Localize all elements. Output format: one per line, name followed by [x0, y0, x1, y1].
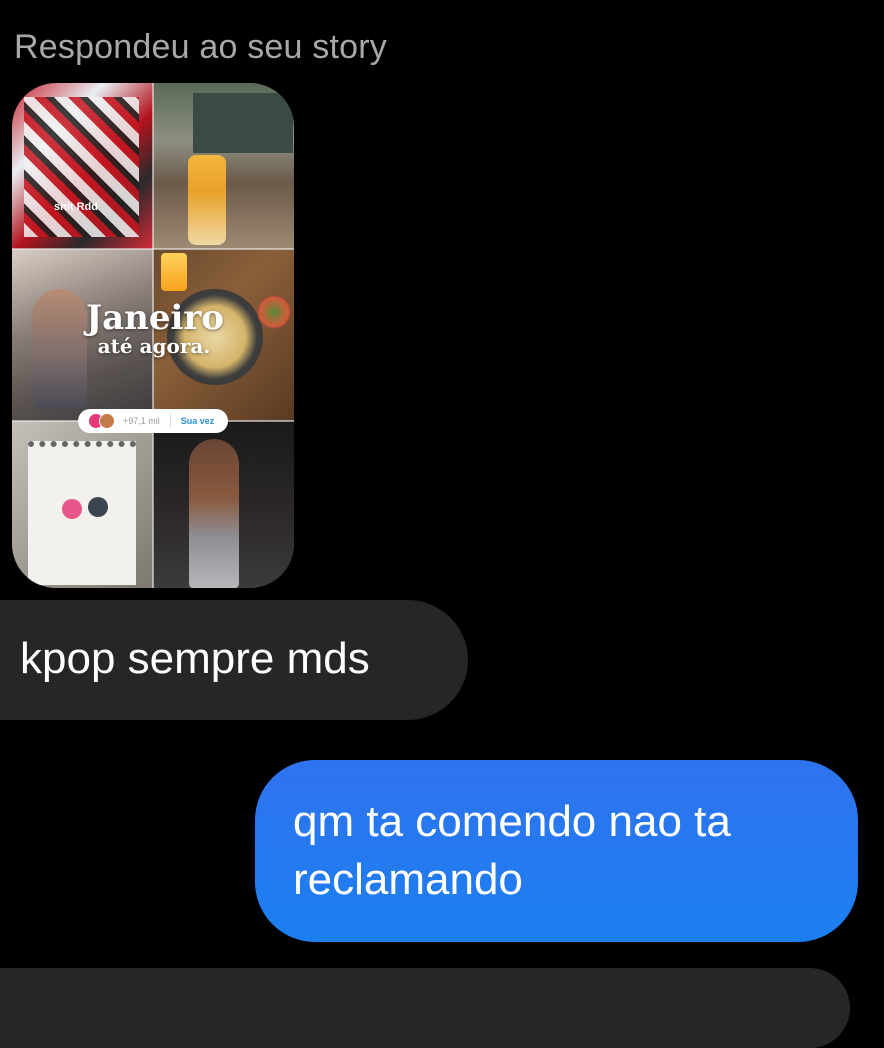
story-tile-notebook-drawing: [12, 421, 153, 588]
story-tile-dress: [153, 421, 294, 588]
story-tile-ice-cream: [153, 83, 294, 249]
message-text: kpop sempre mds: [20, 634, 370, 683]
your-turn-button[interactable]: Sua vez: [181, 416, 215, 426]
incoming-message-bubble[interactable]: [0, 968, 850, 1048]
neon-sign-text: shit Rdd: [54, 201, 98, 213]
poster-image: [24, 97, 139, 237]
story-subtitle: até agora.: [97, 334, 211, 358]
doodle-pink-image: [62, 499, 82, 519]
story-title: Janeiro: [86, 298, 224, 338]
story-sticker-pill[interactable]: +97,1 mil Sua vez: [78, 409, 228, 433]
reply-context-label: Respondeu ao seu story: [14, 28, 387, 66]
avatar: [99, 413, 115, 429]
avatar-stack: [88, 413, 115, 429]
salad-bowl-image: [257, 295, 291, 329]
pill-divider: [169, 414, 171, 428]
viewer-count: +97,1 mil: [123, 416, 160, 426]
shop-front-image: [193, 93, 293, 153]
story-tile-kpop-poster: shit Rdd: [12, 83, 153, 249]
juice-glass-image: [161, 253, 187, 291]
person-in-dress-image: [189, 439, 239, 588]
story-preview-card[interactable]: shit Rdd Janeiro até agora. +97,1 mil Su…: [12, 83, 294, 588]
message-text: qm ta comendo nao ta reclamando: [293, 797, 731, 904]
notebook-image: [28, 441, 136, 585]
doodle-dark-image: [88, 497, 108, 517]
grid-divider: [12, 248, 294, 250]
outgoing-message-bubble[interactable]: qm ta comendo nao ta reclamando: [255, 760, 858, 942]
ice-cream-image: [188, 155, 226, 245]
incoming-message-bubble[interactable]: kpop sempre mds: [0, 600, 468, 720]
